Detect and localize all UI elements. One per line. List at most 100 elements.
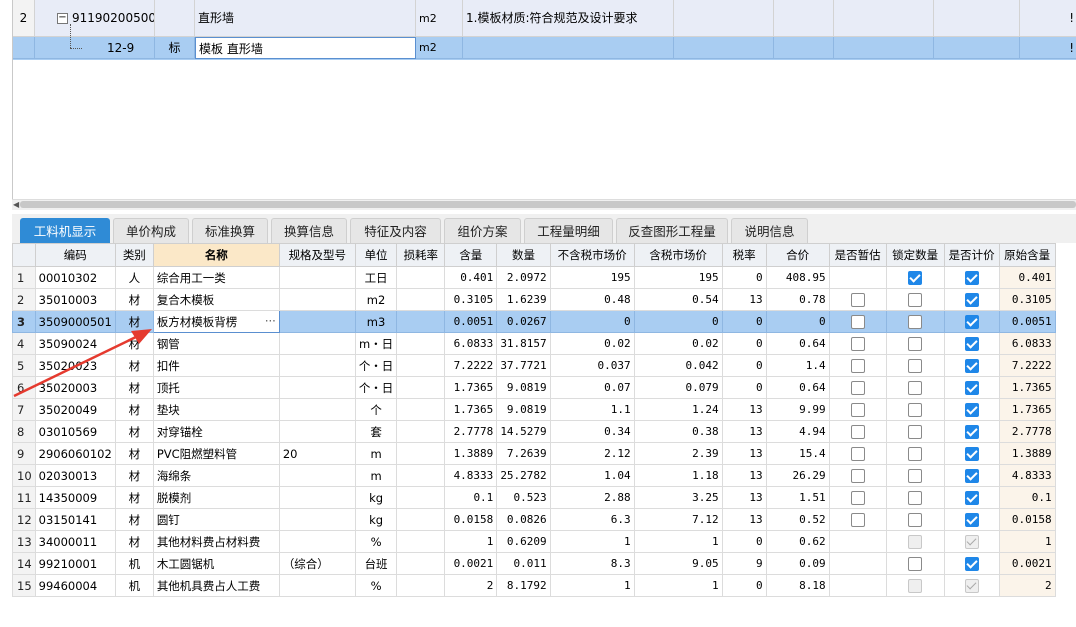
code-cell[interactable]: 35020049 [34, 398, 116, 421]
tax-rate-cell[interactable]: 9 [721, 552, 767, 575]
lock-qty-cell[interactable] [885, 530, 945, 553]
price-excl-tax-cell[interactable]: 1 [549, 574, 635, 597]
spec-cell[interactable] [278, 332, 356, 355]
price-incl-tax-cell[interactable]: 9.05 [633, 552, 723, 575]
lock-qty-cell[interactable] [885, 398, 945, 421]
quantity-cell[interactable]: 0.0267 [496, 310, 551, 333]
content-cell[interactable]: 0.0158 [444, 508, 498, 531]
loss-rate-header[interactable]: 损耗率 [396, 243, 446, 267]
spec-cell[interactable] [278, 574, 356, 597]
type-cell[interactable]: 材 [114, 508, 154, 531]
priced-cell[interactable] [943, 266, 1000, 289]
quantity-cell[interactable]: 0.011 [496, 552, 551, 575]
provisional-cell[interactable] [828, 464, 887, 487]
description-cell[interactable]: 1.模板材质:符合规范及设计要求 [463, 0, 674, 37]
tax-rate-cell[interactable]: 13 [721, 486, 767, 509]
provisional-cell[interactable] [828, 530, 887, 553]
provisional-cell[interactable] [828, 552, 887, 575]
code-cell[interactable]: 2906060102 [34, 442, 116, 465]
price-incl-tax-cell[interactable]: 195 [633, 266, 723, 289]
name-cell[interactable]: 直形墙 [195, 0, 416, 37]
provisional-cell[interactable] [828, 266, 887, 289]
name-edit-cell[interactable]: 模板 直形墙 [195, 37, 416, 59]
price-excl-tax-cell[interactable]: 6.3 [549, 508, 635, 531]
table-row[interactable]: 6 35020003 材顶托 个・日 1.7365 9.0819 0.07 0.079 0 0.6… [12, 376, 1056, 399]
provisional-checkbox[interactable] [850, 490, 865, 505]
name-cell[interactable]: 其他机具费占人工费 [152, 574, 280, 597]
tax-rate-cell[interactable]: 13 [721, 508, 767, 531]
content-cell[interactable]: 1.7365 [444, 398, 498, 421]
type-cell[interactable]: 材 [114, 354, 154, 377]
content-cell[interactable]: 1 [444, 530, 498, 553]
priced-cell[interactable] [943, 486, 1000, 509]
type-cell[interactable]: 人 [114, 266, 154, 289]
quantity-cell[interactable]: 8.1792 [496, 574, 551, 597]
code-cell[interactable]: 99460004 [34, 574, 116, 597]
unit-cell[interactable]: m [354, 442, 398, 465]
lock-qty-cell[interactable] [885, 354, 945, 377]
provisional-checkbox[interactable] [850, 292, 865, 307]
name-cell[interactable]: 其他材料费占材料费 [152, 530, 280, 553]
quantity-cell[interactable]: 14.5279 [496, 420, 551, 443]
name-cell[interactable]: 脱模剂 [152, 486, 280, 509]
provisional-cell[interactable] [828, 574, 887, 597]
type-cell[interactable]: 材 [114, 332, 154, 355]
priced-checkbox[interactable] [964, 446, 979, 461]
table-row[interactable]: 15 99460004 机其他机具费占人工费% 2 8.1792 1 1 0 8.18 2 [12, 574, 1056, 597]
priced-checkbox[interactable] [964, 468, 979, 483]
loss-rate-cell[interactable] [396, 530, 446, 553]
code-cell[interactable]: 03150141 [34, 508, 116, 531]
unit-cell[interactable]: m2 [416, 0, 463, 37]
priced-checkbox[interactable] [964, 270, 979, 285]
spec-cell[interactable] [278, 464, 356, 487]
price-incl-tax-header[interactable]: 含税市场价 [633, 243, 723, 267]
content-cell[interactable]: 2.7778 [444, 420, 498, 443]
lock-qty-checkbox[interactable] [908, 424, 923, 439]
price-incl-tax-cell[interactable]: 0.38 [633, 420, 723, 443]
quota-row-parent[interactable]: 2 −911902005001 直形墙 m2 1.模板材质:符合规范及设计要求 … [13, 0, 1076, 37]
tax-rate-cell[interactable]: 13 [721, 288, 767, 311]
tab-conversion-info[interactable]: 换算信息 [271, 218, 347, 243]
row-number-header[interactable] [12, 243, 36, 267]
table-row[interactable]: 10 02030013 材海绵条 m 4.8333 25.2782 1.04 1.18 13 26… [12, 464, 1056, 487]
priced-cell[interactable] [943, 530, 1000, 553]
spec-cell[interactable] [278, 376, 356, 399]
quantity-cell[interactable]: 25.2782 [496, 464, 551, 487]
quantity-cell[interactable]: 37.7721 [496, 354, 551, 377]
price-excl-tax-cell[interactable]: 0.02 [549, 332, 635, 355]
table-row[interactable]: 11 14350009 材脱模剂 kg 0.1 0.523 2.88 3.25 13 1.51 0.… [12, 486, 1056, 509]
priced-checkbox[interactable] [964, 424, 979, 439]
priced-cell[interactable] [943, 574, 1000, 597]
type-cell[interactable]: 材 [114, 530, 154, 553]
price-excl-tax-cell[interactable]: 0 [549, 310, 635, 333]
type-cell[interactable]: 机 [114, 552, 154, 575]
tab-pricing-scheme[interactable]: 组价方案 [444, 218, 521, 243]
type-cell[interactable]: 材 [114, 288, 154, 311]
table-row[interactable]: 13 34000011 材其他材料费占材料费% 1 0.6209 1 1 0 0.62 1 [12, 530, 1056, 553]
provisional-cell[interactable] [828, 508, 887, 531]
priced-checkbox[interactable] [964, 336, 979, 351]
priced-checkbox[interactable] [964, 314, 979, 329]
provisional-checkbox[interactable] [850, 314, 865, 329]
spec-cell[interactable] [278, 266, 356, 289]
lock-qty-checkbox[interactable] [908, 490, 923, 505]
name-cell[interactable]: PVC阻燃塑料管 [152, 442, 280, 465]
code-cell[interactable]: −911902005001 [35, 0, 155, 37]
loss-rate-cell[interactable] [396, 442, 446, 465]
name-cell[interactable]: 扣件 [152, 354, 280, 377]
name-cell[interactable]: 木工圆锯机 [152, 552, 280, 575]
lock-qty-cell[interactable] [885, 442, 945, 465]
priced-checkbox[interactable] [964, 490, 979, 505]
tax-rate-cell[interactable]: 0 [721, 376, 767, 399]
unit-cell[interactable]: 套 [354, 420, 398, 443]
quantity-cell[interactable]: 7.2639 [496, 442, 551, 465]
table-row[interactable]: 5 35020023 材扣件 个・日 7.2222 37.7721 0.037 0.042 0 1… [12, 354, 1056, 377]
unit-cell[interactable]: m2 [354, 288, 398, 311]
lock-qty-checkbox[interactable] [908, 446, 923, 461]
price-incl-tax-cell[interactable]: 0.079 [633, 376, 723, 399]
lock-qty-checkbox[interactable] [908, 270, 923, 285]
content-cell[interactable]: 7.2222 [444, 354, 498, 377]
spec-cell[interactable]: 20 [278, 442, 356, 465]
type-header[interactable]: 类别 [114, 243, 154, 267]
spec-cell[interactable] [278, 288, 356, 311]
